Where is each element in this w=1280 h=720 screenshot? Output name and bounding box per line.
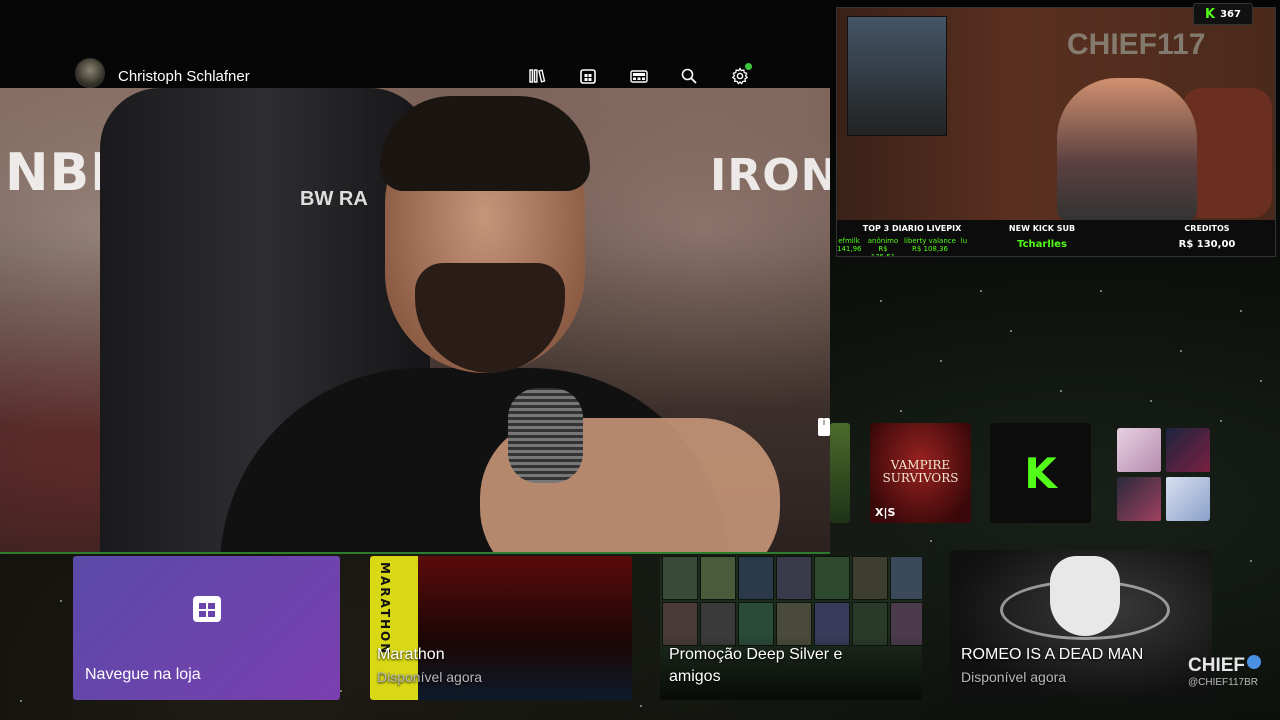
- game-tile-marathon[interactable]: MARATHON Marathon Disponível agora: [370, 556, 632, 700]
- webcam-scene: CHIEF117: [837, 8, 1275, 220]
- library-icon[interactable]: [527, 66, 547, 86]
- game-cover: [738, 556, 774, 600]
- game-cover: [852, 556, 888, 600]
- ad-info-icon[interactable]: i: [818, 418, 830, 436]
- game-tile-romeo-is-a-dead-man[interactable]: ROMEO IS A DEAD MAN Disponível agora: [950, 550, 1212, 700]
- avatar[interactable]: [75, 58, 105, 88]
- xbox-series-badge: X|S: [875, 506, 896, 519]
- store-tile[interactable]: Navegue na loja: [73, 556, 340, 700]
- dashboard-header: Christoph Schlafner: [0, 56, 830, 90]
- streamer-webcam: CHIEF117 TOP 3 DIARIO LIVEPIX NEW KICK S…: [836, 7, 1276, 257]
- star: [930, 540, 932, 542]
- star: [940, 360, 942, 362]
- promo-tile-deep-silver[interactable]: Promoção Deep Silver e amigos: [660, 556, 922, 700]
- star: [1250, 560, 1252, 562]
- star: [1060, 390, 1062, 392]
- kick-logo-icon: K: [1024, 448, 1057, 498]
- star: [1260, 380, 1262, 382]
- tile-subtitle: Disponível agora: [961, 669, 1067, 685]
- game-tile-vampire-survivors[interactable]: VAMPIRE SURVIVORS X|S: [870, 423, 971, 523]
- store-icon[interactable]: [578, 66, 598, 86]
- livepix-entry: lu: [960, 237, 968, 245]
- wall-poster: [847, 16, 947, 136]
- wall-sign-right: IRON: [710, 150, 830, 201]
- livepix-entry: liberty valance R$ 108,36: [904, 237, 956, 254]
- star: [1180, 350, 1182, 352]
- star: [340, 690, 342, 692]
- chair-brand: BW RA: [300, 188, 368, 210]
- star: [1220, 420, 1222, 422]
- watermark-name: CHIEF: [1188, 655, 1245, 676]
- livepix-title: TOP 3 DIARIO LIVEPIX: [862, 224, 962, 233]
- game-group-tile[interactable]: [1117, 428, 1210, 521]
- livepix-entry: efmilk 141,96: [837, 237, 862, 254]
- watermark-handle: @CHIEF117BR: [1188, 677, 1258, 688]
- tile-subtitle: Disponível agora: [377, 669, 483, 685]
- credits-title: CREDITOS: [1184, 224, 1230, 233]
- game-cover: [814, 556, 850, 600]
- stream-info-bar: TOP 3 DIARIO LIVEPIX NEW KICK SUB CREDIT…: [837, 220, 1275, 256]
- user-gamertag[interactable]: Christoph Schlafner: [118, 68, 250, 85]
- verified-icon: [1247, 655, 1261, 669]
- game-thumbnail: [1166, 428, 1210, 472]
- speaker-hair: [380, 96, 590, 191]
- search-icon[interactable]: [679, 66, 699, 86]
- store-tile-label: Navegue na loja: [85, 666, 201, 683]
- star: [980, 290, 982, 292]
- game-thumbnail: [1166, 477, 1210, 521]
- notification-dot: [745, 63, 752, 70]
- star: [1150, 400, 1152, 402]
- store-bag-icon: [193, 596, 221, 622]
- game-thumbnail: [1117, 477, 1161, 521]
- star: [60, 600, 62, 602]
- game-cover: [700, 556, 736, 600]
- tile-title: Marathon: [377, 646, 445, 663]
- credits-value: R$ 130,00: [1178, 239, 1236, 250]
- gamepass-icon[interactable]: [629, 66, 649, 86]
- game-thumbnail: [1117, 428, 1161, 472]
- game-tile-partial[interactable]: [830, 423, 850, 523]
- new-sub-title: NEW KICK SUB: [1008, 224, 1076, 233]
- webcam-wall-logo: CHIEF117: [1067, 28, 1206, 61]
- streamer-watermark: CHIEF @CHIEF117BR: [1188, 655, 1261, 688]
- app-tile-kick[interactable]: K: [990, 423, 1091, 523]
- tile-title: ROMEO IS A DEAD MAN: [961, 646, 1144, 663]
- game-title-art: VAMPIRE SURVIVORS: [882, 458, 959, 486]
- star: [1100, 290, 1102, 292]
- new-sub-name: Tcharlles: [1017, 239, 1067, 250]
- star: [1010, 330, 1012, 332]
- game-cover: [890, 556, 922, 600]
- game-cover: [662, 556, 698, 600]
- marathon-side-text: MARATHON: [378, 562, 392, 656]
- streamer: [1057, 78, 1197, 220]
- kick-icon: K: [1205, 6, 1216, 22]
- livepix-entry: anônimoR$ 135,51: [867, 237, 899, 256]
- star: [900, 410, 902, 412]
- settings-icon[interactable]: [730, 63, 752, 86]
- star: [880, 300, 882, 302]
- kick-viewer-count: K 367: [1193, 3, 1253, 25]
- game-cover: [776, 556, 812, 600]
- main-video-player[interactable]: NBERG IRON BW RA i: [0, 88, 830, 554]
- star: [1240, 310, 1242, 312]
- microphone: [508, 388, 583, 483]
- tile-title: Promoção Deep Silver e amigos: [669, 646, 843, 685]
- romeo-art-mask: [1050, 556, 1120, 636]
- viewer-count: 367: [1220, 8, 1241, 20]
- star: [20, 700, 22, 702]
- star: [640, 705, 642, 707]
